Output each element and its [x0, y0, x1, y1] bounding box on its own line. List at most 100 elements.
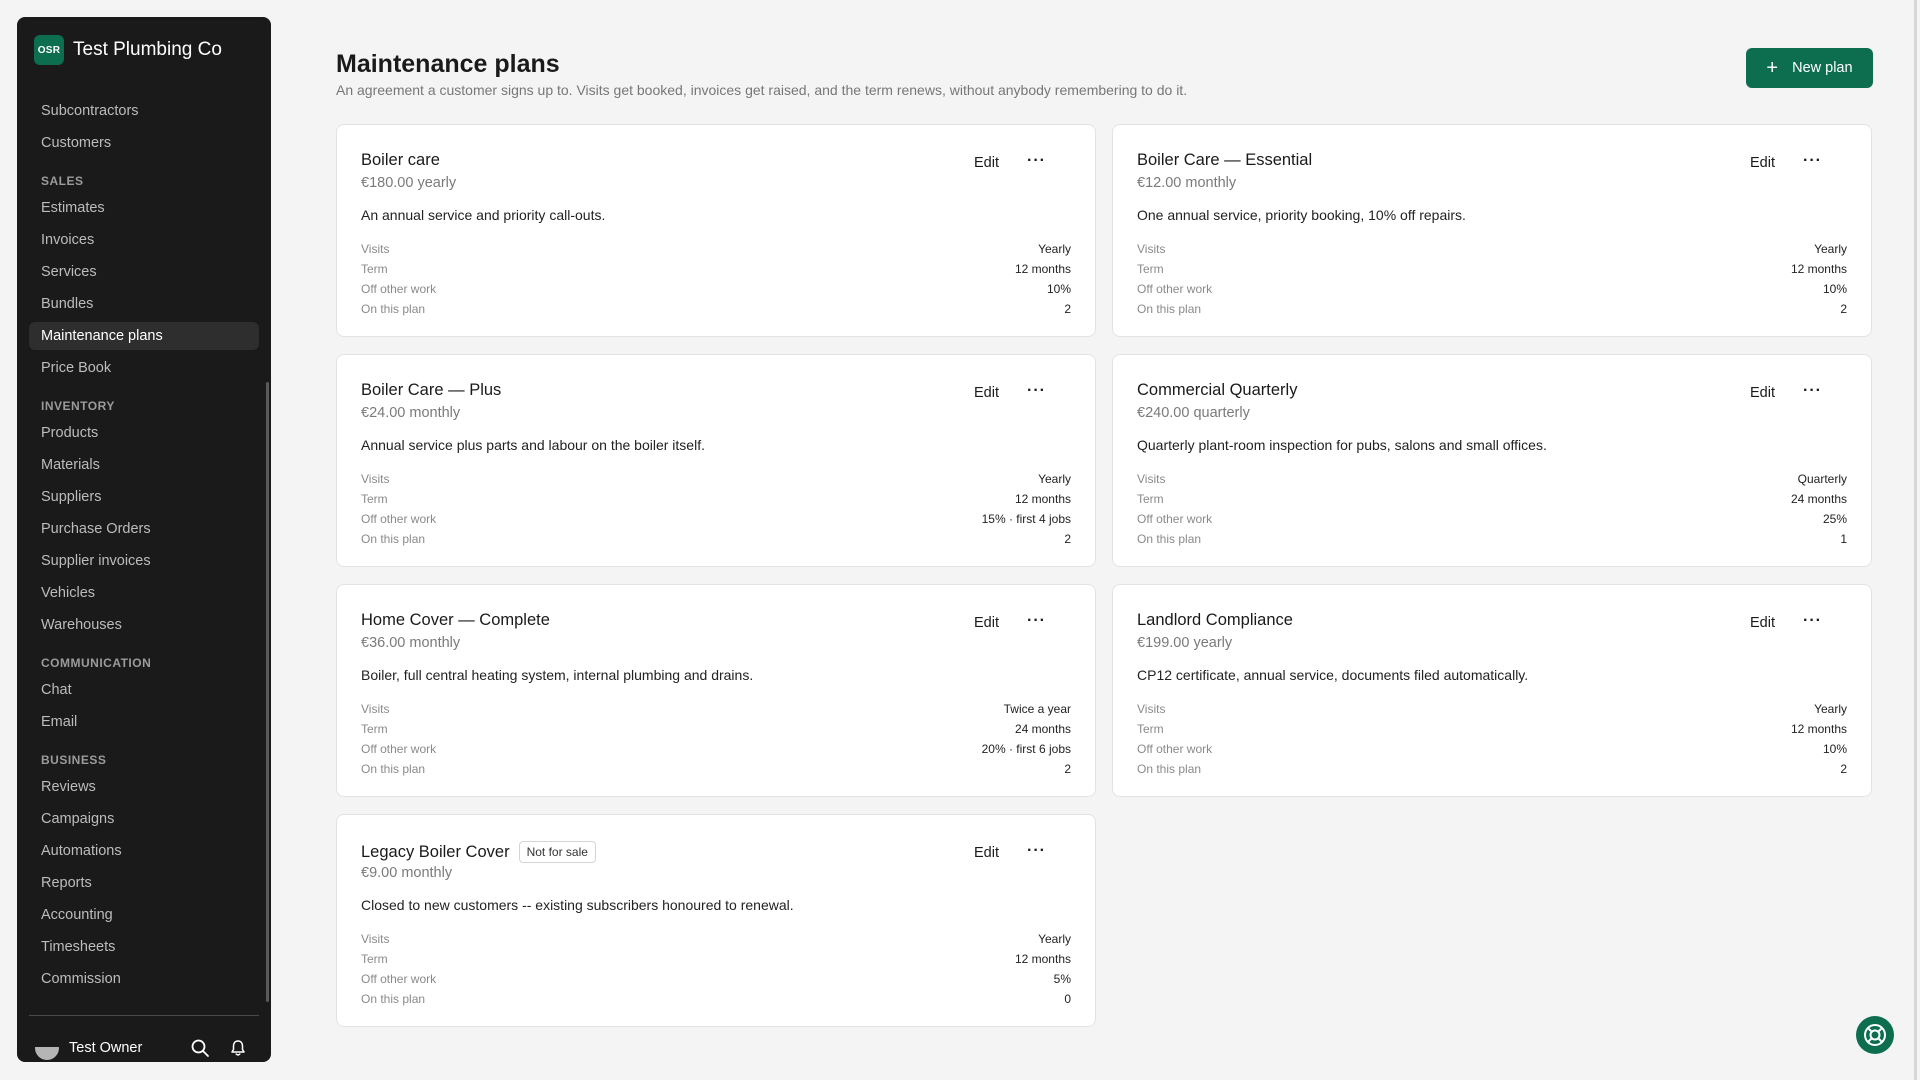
- more-options-icon[interactable]: ···: [1027, 382, 1046, 400]
- detail-row-off-other-work: Off other work 20% · first 6 jobs: [361, 739, 1071, 759]
- sidebar-item-price-book[interactable]: Price Book: [29, 354, 259, 382]
- detail-value: Yearly: [1038, 472, 1071, 486]
- detail-label: On this plan: [361, 532, 426, 546]
- sidebar-item-commission[interactable]: Commission: [29, 965, 259, 993]
- sidebar-item-bundles[interactable]: Bundles: [29, 290, 259, 318]
- sidebar-item-vehicles[interactable]: Vehicles: [29, 579, 259, 607]
- sidebar-item-subcontractors[interactable]: Subcontractors: [29, 97, 259, 125]
- sidebar-item-reviews[interactable]: Reviews: [29, 773, 259, 801]
- edit-button[interactable]: Edit: [1750, 155, 1775, 171]
- edit-button[interactable]: Edit: [974, 845, 999, 861]
- detail-label: Term: [361, 722, 388, 736]
- detail-label: Off other work: [361, 512, 437, 526]
- edit-button[interactable]: Edit: [974, 385, 999, 401]
- edit-button[interactable]: Edit: [1750, 385, 1775, 401]
- sidebar-item-email[interactable]: Email: [29, 708, 259, 736]
- detail-value: 24 months: [1790, 492, 1847, 506]
- bell-icon[interactable]: [223, 1033, 253, 1062]
- detail-row-term: Term 24 months: [1137, 489, 1847, 509]
- plan-details: Visits Yearly Term 12 months Off other wor…: [1137, 239, 1847, 319]
- user-name[interactable]: Test Owner: [69, 1040, 177, 1056]
- detail-row-term: Term 12 months: [361, 489, 1071, 509]
- avatar[interactable]: [35, 1036, 59, 1060]
- detail-label: Visits: [1137, 242, 1166, 256]
- detail-value: 12 months: [1790, 262, 1847, 276]
- sidebar-item-materials[interactable]: Materials: [29, 451, 259, 479]
- detail-label: On this plan: [1137, 532, 1202, 546]
- sidebar-item-invoices[interactable]: Invoices: [29, 226, 259, 254]
- detail-value: 2: [1064, 532, 1071, 546]
- sidebar-item-reports[interactable]: Reports: [29, 869, 259, 897]
- new-plan-button[interactable]: + New plan: [1746, 48, 1873, 88]
- detail-label: Off other work: [361, 282, 437, 296]
- edit-button[interactable]: Edit: [974, 155, 999, 171]
- sidebar-section-inventory: INVENTORY: [41, 399, 115, 413]
- detail-value: Twice a year: [1003, 702, 1071, 716]
- sidebar-item-services[interactable]: Services: [29, 258, 259, 286]
- sidebar-item-timesheets[interactable]: Timesheets: [29, 933, 259, 961]
- plan-price: €180.00 yearly: [361, 175, 457, 191]
- detail-value: 1: [1840, 532, 1847, 546]
- sidebar-scrollbar[interactable]: [266, 382, 269, 1002]
- sidebar-item-warehouses[interactable]: Warehouses: [29, 611, 259, 639]
- detail-row-off-other-work: Off other work 10%: [1137, 739, 1847, 759]
- detail-row-visits: Visits Yearly: [1137, 699, 1847, 719]
- detail-row-visits: Visits Yearly: [361, 929, 1071, 949]
- plan-details: Visits Quarterly Term 24 months Off other …: [1137, 469, 1847, 549]
- sidebar-item-purchase-orders[interactable]: Purchase Orders: [29, 515, 259, 543]
- brand-name: Test Plumbing Co: [73, 39, 222, 60]
- detail-value: 12 months: [1014, 492, 1071, 506]
- edit-button[interactable]: Edit: [1750, 615, 1775, 631]
- sidebar-item-chat[interactable]: Chat: [29, 676, 259, 704]
- detail-row-term: Term 12 months: [1137, 259, 1847, 279]
- plan-card[interactable]: Home Cover — Complete €36.00 monthly Boi…: [336, 584, 1096, 797]
- detail-row-off-other-work: Off other work 5%: [361, 969, 1071, 989]
- sidebar-section-sales: SALES: [41, 174, 84, 188]
- search-icon[interactable]: [185, 1033, 215, 1062]
- sidebar-item-accounting[interactable]: Accounting: [29, 901, 259, 929]
- sidebar-item-automations[interactable]: Automations: [29, 837, 259, 865]
- plan-price: €24.00 monthly: [361, 405, 461, 421]
- plan-price: €36.00 monthly: [361, 635, 461, 651]
- more-options-icon[interactable]: ···: [1027, 842, 1046, 860]
- brand[interactable]: OSR Test Plumbing Co: [34, 35, 222, 65]
- page-scrollbar[interactable]: [1914, 0, 1917, 1080]
- sidebar-item-campaigns[interactable]: Campaigns: [29, 805, 259, 833]
- plan-card[interactable]: Boiler Care — Plus €24.00 monthly Annual…: [336, 354, 1096, 567]
- sidebar-item-estimates[interactable]: Estimates: [29, 194, 259, 222]
- sidebar-item-supplier-invoices[interactable]: Supplier invoices: [29, 547, 259, 575]
- more-options-icon[interactable]: ···: [1803, 152, 1822, 170]
- detail-value: 2: [1840, 302, 1847, 316]
- plan-card[interactable]: Legacy Boiler Cover Not for sale €9.00 m…: [336, 814, 1096, 1027]
- more-options-icon[interactable]: ···: [1027, 612, 1046, 630]
- more-options-icon[interactable]: ···: [1027, 152, 1046, 170]
- detail-label: Term: [1137, 722, 1164, 736]
- lifebuoy-icon[interactable]: [1856, 1016, 1894, 1054]
- detail-row-visits: Visits Quarterly: [1137, 469, 1847, 489]
- plan-description: CP12 certificate, annual service, docume…: [1137, 667, 1529, 683]
- sidebar-section-communication: COMMUNICATION: [41, 656, 152, 670]
- sidebar-item-customers[interactable]: Customers: [29, 129, 259, 157]
- detail-label: Off other work: [1137, 512, 1213, 526]
- detail-row-visits: Visits Yearly: [361, 469, 1071, 489]
- detail-label: On this plan: [1137, 302, 1202, 316]
- detail-value: 24 months: [1014, 722, 1071, 736]
- detail-value: Yearly: [1814, 242, 1847, 256]
- plan-title: Legacy Boiler Cover Not for sale: [361, 841, 596, 863]
- plan-card[interactable]: Commercial Quarterly €240.00 quarterly Q…: [1112, 354, 1872, 567]
- edit-button[interactable]: Edit: [974, 615, 999, 631]
- sidebar-item-products[interactable]: Products: [29, 419, 259, 447]
- plan-title: Boiler Care — Essential: [1137, 151, 1312, 170]
- plan-card[interactable]: Boiler Care — Essential €12.00 monthly O…: [1112, 124, 1872, 337]
- detail-value: Quarterly: [1797, 472, 1847, 486]
- sidebar-item-maintenance-plans[interactable]: Maintenance plans: [29, 322, 259, 350]
- plan-name: Boiler care: [361, 151, 440, 169]
- plan-details: Visits Yearly Term 12 months Off other wor…: [361, 469, 1071, 549]
- plan-name: Home Cover — Complete: [361, 611, 550, 629]
- plan-card[interactable]: Boiler care €180.00 yearly An annual ser…: [336, 124, 1096, 337]
- plan-card[interactable]: Landlord Compliance €199.00 yearly CP12 …: [1112, 584, 1872, 797]
- sidebar-item-suppliers[interactable]: Suppliers: [29, 483, 259, 511]
- more-options-icon[interactable]: ···: [1803, 612, 1822, 630]
- more-options-icon[interactable]: ···: [1803, 382, 1822, 400]
- plan-description: One annual service, priority booking, 10…: [1137, 207, 1466, 223]
